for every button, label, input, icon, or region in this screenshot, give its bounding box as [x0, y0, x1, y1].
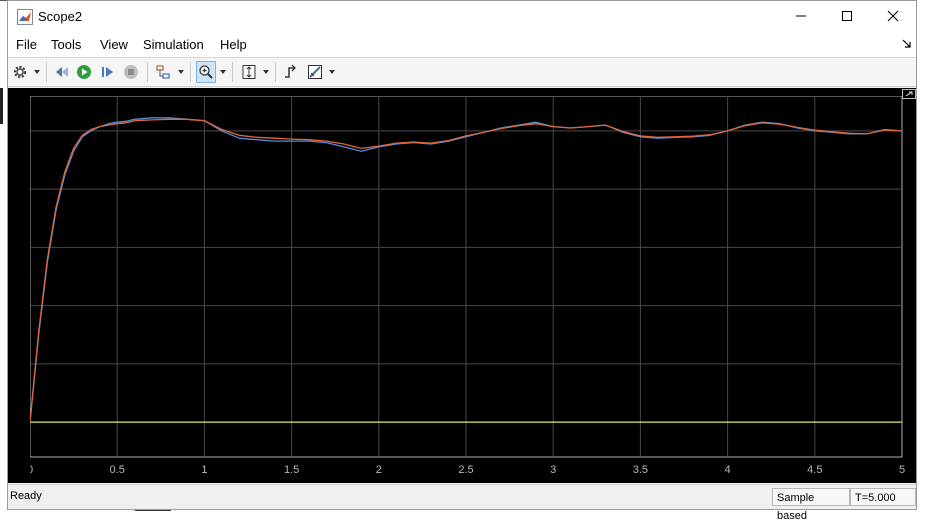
menu-tools[interactable]: Tools: [51, 37, 81, 52]
sample-mode-indicator: Sample based: [772, 488, 850, 522]
title-bar[interactable]: Scope2: [8, 1, 916, 33]
window-title: Scope2: [38, 9, 83, 24]
settings-dropdown-icon[interactable]: [34, 69, 40, 75]
signal-selector-icon: [156, 65, 170, 79]
stop-icon: [124, 65, 138, 79]
toolbar-separator: [147, 62, 148, 82]
stop-button[interactable]: [121, 61, 141, 83]
triggers-icon: [285, 64, 296, 78]
scale-axes-dropdown-icon[interactable]: [263, 69, 269, 75]
x-tick-label: 3.5: [633, 464, 648, 476]
x-tick-label: 2: [376, 464, 382, 476]
minimize-button[interactable]: [778, 1, 824, 31]
settings-button[interactable]: [10, 61, 30, 83]
measurements-icon: [308, 65, 322, 79]
settings-icon: [13, 65, 27, 79]
toolbar-separator: [190, 62, 191, 82]
toolbar-separator: [46, 62, 47, 82]
maximize-button[interactable]: [824, 1, 870, 31]
simulation-time-indicator: T=5.000: [850, 488, 916, 506]
close-button[interactable]: [870, 1, 916, 31]
scale-axes-icon: [242, 65, 256, 79]
menu-view[interactable]: View: [100, 37, 128, 52]
toolbar-separator: [232, 62, 233, 82]
step-back-button[interactable]: [52, 61, 72, 83]
x-tick-label: 3: [550, 464, 556, 476]
minimize-icon: [796, 15, 806, 17]
step-back-icon: [56, 67, 68, 77]
x-tick-label: 2.5: [458, 464, 473, 476]
matlab-icon: [17, 9, 33, 25]
zoom-in-button[interactable]: [196, 61, 216, 83]
scope-axes[interactable]: 00.511.522.533.544.5500.20.40.60.81: [30, 96, 910, 481]
scope-window: Scope2 File Tools View Simulation Help 0…: [7, 0, 917, 522]
measurements-button[interactable]: [305, 61, 325, 83]
x-tick-label: 4: [725, 464, 731, 476]
menu-help[interactable]: Help: [220, 37, 247, 52]
scale-axes-button[interactable]: [239, 61, 259, 83]
toolbar: [8, 57, 916, 87]
zoom-dropdown-icon[interactable]: [220, 69, 226, 75]
x-tick-label: 5: [899, 464, 905, 476]
triggers-button[interactable]: [281, 61, 301, 83]
step-forward-button[interactable]: [98, 61, 118, 83]
menu-bar: File Tools View Simulation Help: [8, 33, 916, 57]
status-text: Ready: [10, 490, 42, 502]
signal-selector-button[interactable]: [153, 61, 173, 83]
zoom-in-icon: [199, 65, 213, 79]
x-tick-label: 1: [201, 464, 207, 476]
measurements-dropdown-icon[interactable]: [329, 69, 335, 75]
x-tick-label: 0: [30, 464, 33, 476]
menu-file[interactable]: File: [16, 37, 37, 52]
dock-arrow-icon[interactable]: [902, 39, 912, 49]
run-button[interactable]: [74, 61, 94, 83]
run-icon: [77, 65, 91, 79]
x-tick-label: 0.5: [110, 464, 125, 476]
x-tick-label: 1.5: [284, 464, 299, 476]
status-bar: Ready Sample based T=5.000: [8, 484, 916, 522]
step-forward-icon: [102, 67, 113, 77]
signal-selector-dropdown-icon[interactable]: [178, 69, 184, 75]
close-icon: [887, 10, 899, 22]
x-tick-label: 4.5: [807, 464, 822, 476]
maximize-icon: [842, 11, 852, 21]
menu-simulation[interactable]: Simulation: [143, 37, 204, 52]
toolbar-separator: [275, 62, 276, 82]
